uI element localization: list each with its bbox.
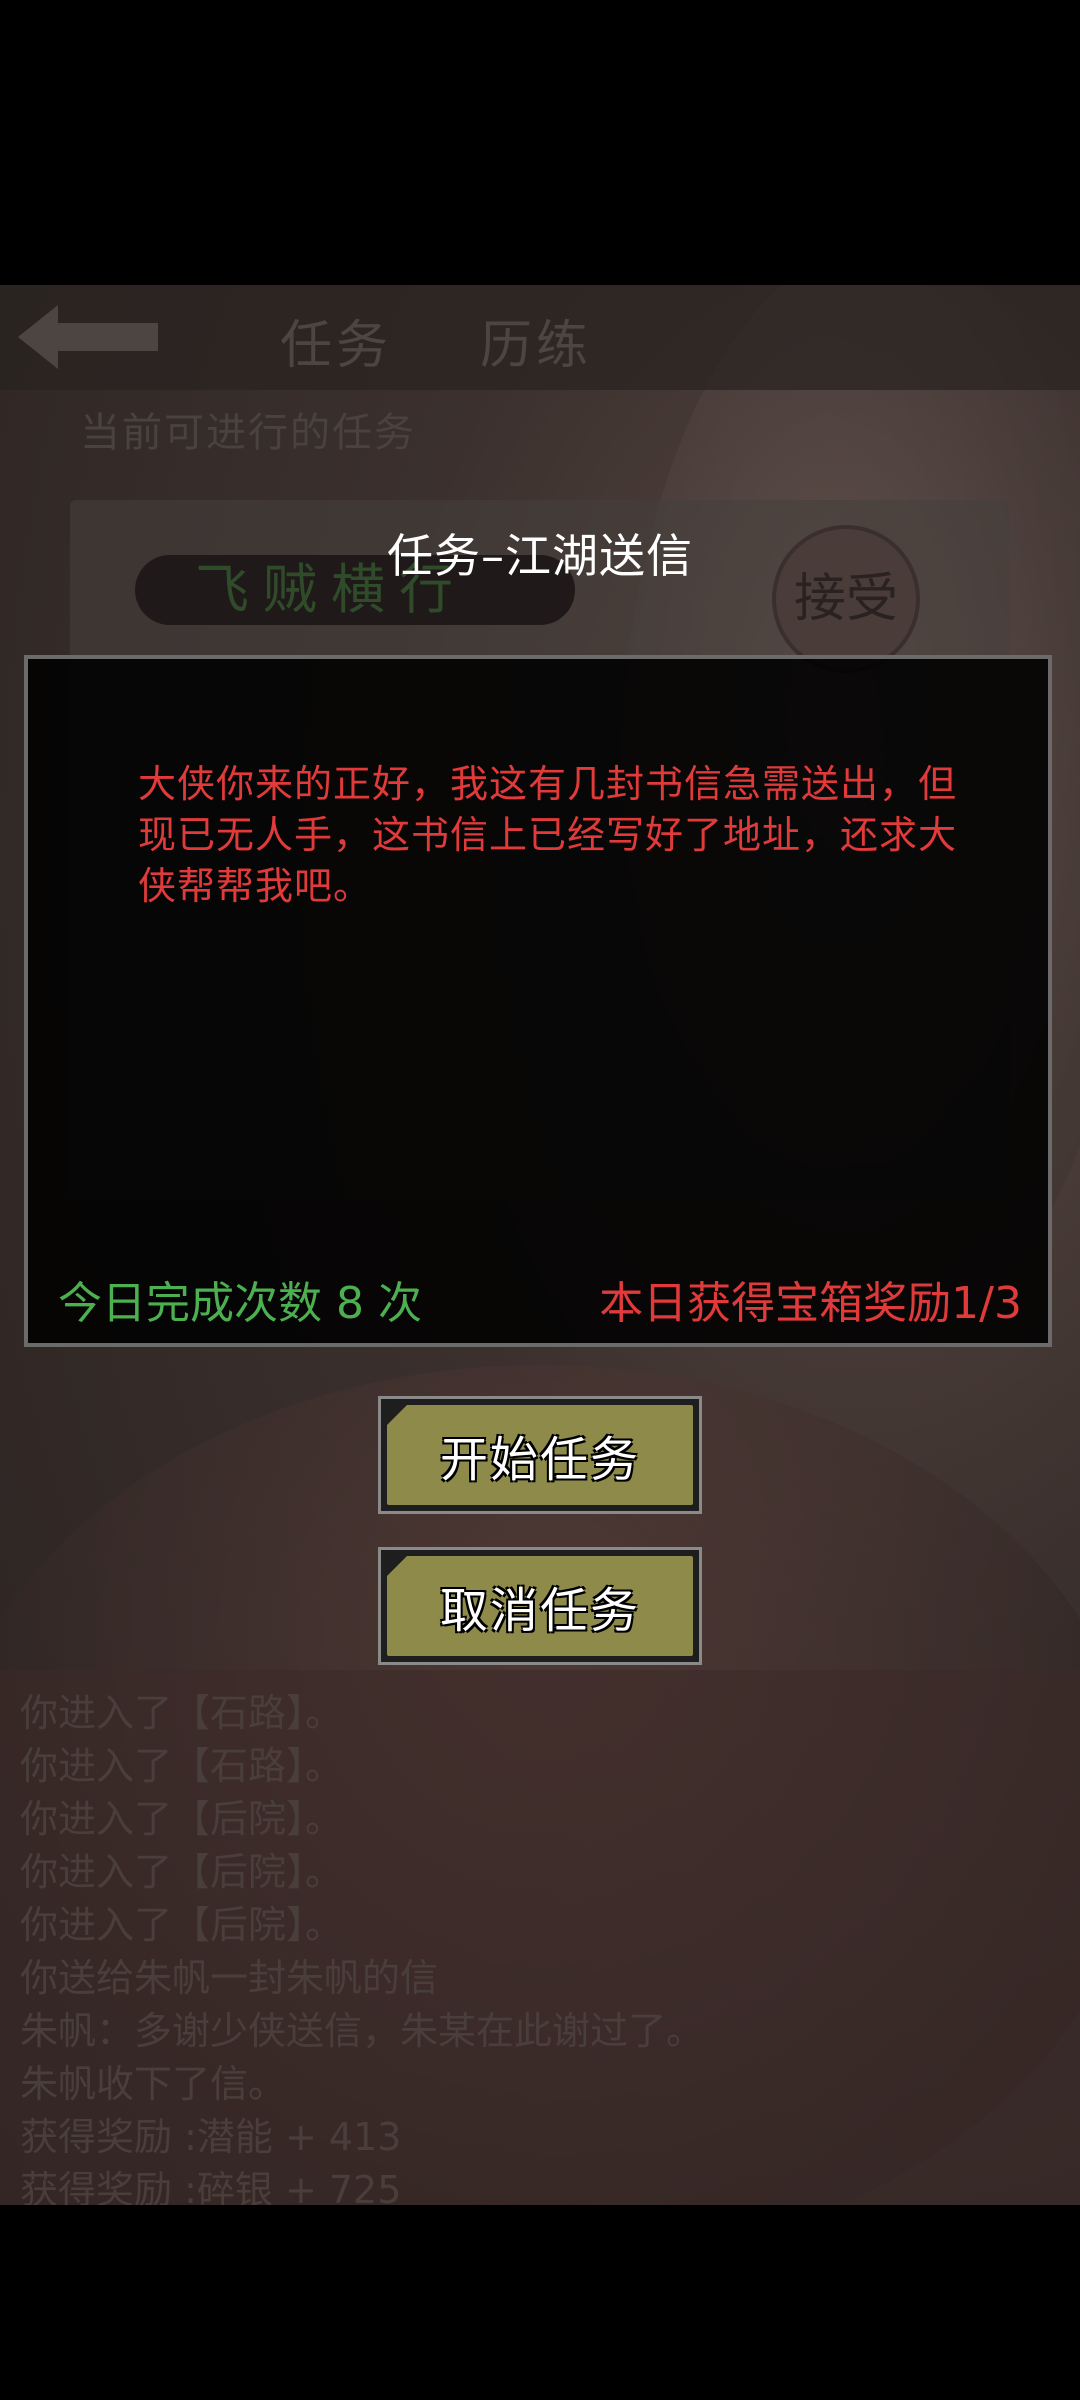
completed-count: 今日完成次数 8 次 [58, 1278, 422, 1329]
status-bar-area [0, 0, 1080, 285]
log-line: 你送给朱帆一封朱帆的信 [20, 1956, 439, 2000]
reward-status: 本日获得宝箱奖励1/3 [599, 1278, 1022, 1329]
start-task-label: 开始任务 [387, 1405, 693, 1505]
log-line: 朱帆收下了信。 [20, 2062, 287, 2106]
game-header: 任务 历练 [0, 285, 1080, 390]
tab-task[interactable]: 任务 [280, 303, 392, 378]
log-line: 你进入了【后院】。 [20, 1903, 344, 1947]
log-line: 你进入了【后院】。 [20, 1797, 344, 1841]
log-line: 获得奖励 :碎银 + 725 [20, 2168, 402, 2205]
cancel-task-label: 取消任务 [387, 1556, 693, 1656]
log-line: 你进入了【石路】。 [20, 1691, 344, 1735]
navigation-bar-area [0, 2205, 1080, 2400]
section-label: 当前可进行的任务 [80, 410, 416, 456]
log-line: 朱帆：多谢少侠送信，朱某在此谢过了。 [20, 2009, 705, 2053]
log-line: 你进入了【后院】。 [20, 1850, 344, 1894]
dialog-message: 大侠你来的正好，我这有几封书信急需送出，但现已无人手，这书信上已经写好了地址，还… [138, 762, 958, 908]
dialog-title: 任务–江湖送信 [387, 529, 693, 583]
log-line: 获得奖励 :潜能 + 413 [20, 2115, 402, 2159]
message-log: 你进入了【石路】。 你进入了【石路】。 你进入了【后院】。 你进入了【后院】。 … [0, 1670, 1080, 2205]
start-task-button[interactable]: 开始任务 [378, 1396, 702, 1514]
task-dialog: 大侠你来的正好，我这有几封书信急需送出，但现已无人手，这书信上已经写好了地址，还… [24, 655, 1052, 1347]
back-arrow-icon[interactable] [18, 305, 158, 369]
log-line: 你进入了【石路】。 [20, 1744, 344, 1788]
cancel-task-button[interactable]: 取消任务 [378, 1547, 702, 1665]
tab-training[interactable]: 历练 [480, 303, 592, 378]
